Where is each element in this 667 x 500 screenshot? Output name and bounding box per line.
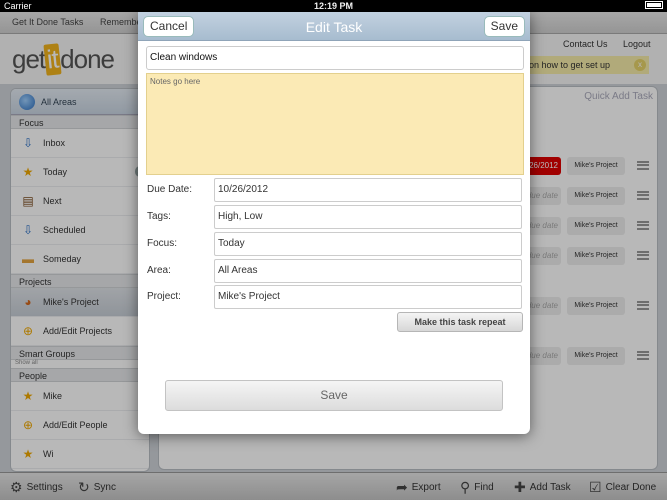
clock: 12:19 PM — [313, 1, 354, 11]
focus-label: Focus: — [147, 238, 178, 249]
due-date-field[interactable]: 10/26/2012 — [214, 178, 522, 202]
battery-icon — [645, 1, 663, 9]
tags-label: Tags: — [147, 211, 171, 222]
project-label: Project: — [147, 291, 181, 302]
task-name-input[interactable]: Clean windows — [146, 46, 524, 70]
notes-textarea[interactable]: Notes go here — [146, 73, 524, 175]
save-button[interactable]: Save — [165, 380, 503, 411]
area-row: Area: All Areas — [146, 259, 524, 283]
status-bar: Carrier 12:19 PM — [0, 0, 667, 12]
focus-field[interactable]: Today — [214, 232, 522, 256]
modal-title: Edit Task — [305, 19, 363, 35]
make-repeat-button[interactable]: Make this task repeat — [397, 312, 523, 332]
save-button-top[interactable]: Save — [483, 16, 525, 37]
project-row: Project: Mike's Project — [146, 285, 524, 309]
due-date-label: Due Date: — [147, 184, 193, 195]
due-date-row: Due Date: 10/26/2012 — [146, 178, 524, 202]
project-field[interactable]: Mike's Project — [214, 285, 522, 309]
area-field[interactable]: All Areas — [214, 259, 522, 283]
focus-row: Focus: Today — [146, 232, 524, 256]
area-label: Area: — [147, 265, 171, 276]
tags-row: Tags: High, Low — [146, 205, 524, 229]
edit-task-modal: Cancel Edit Task Save Clean windows Note… — [138, 12, 530, 434]
modal-title-bar: Cancel Edit Task Save — [138, 12, 530, 41]
tags-field[interactable]: High, Low — [214, 205, 522, 229]
